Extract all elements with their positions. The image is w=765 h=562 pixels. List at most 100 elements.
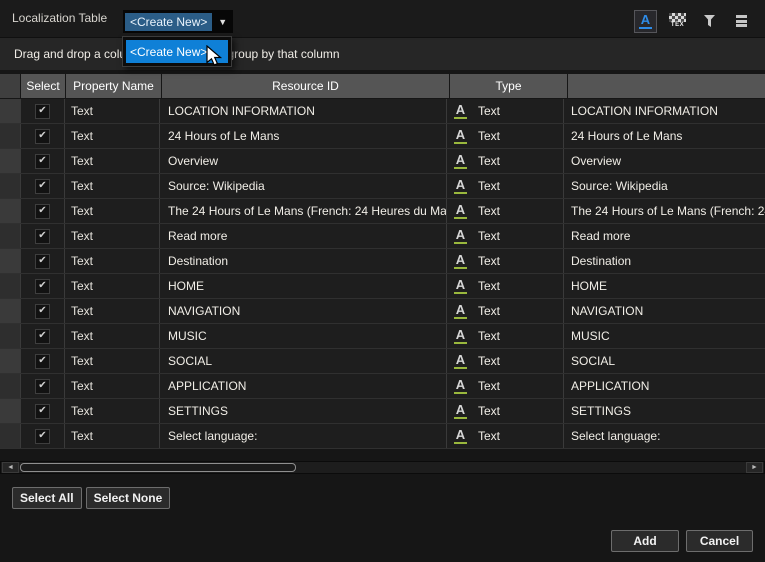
select-cell: ✔ — [20, 324, 64, 348]
checkmark-icon: ✔ — [38, 431, 46, 441]
row-header-cell[interactable] — [0, 274, 20, 298]
checkmark-icon: ✔ — [38, 331, 46, 341]
row-checkbox[interactable]: ✔ — [35, 154, 50, 169]
select-cell: ✔ — [20, 424, 64, 448]
table-row[interactable]: ✔ Text HOME A Text HOME — [0, 274, 765, 299]
localization-table-dialog: Localization Table <Create New> ▼ A TEX — [0, 0, 765, 562]
group-by-drop-zone[interactable]: Drag and drop a column header here to gr… — [0, 37, 765, 70]
row-checkbox[interactable]: ✔ — [35, 254, 50, 269]
texture-resources-button[interactable]: TEX — [666, 10, 689, 33]
column-header-value[interactable] — [568, 74, 765, 98]
column-header-resource-id[interactable]: Resource ID — [162, 74, 449, 98]
checkmark-icon: ✔ — [38, 231, 46, 241]
text-resources-toggle-button[interactable]: A — [634, 10, 657, 33]
property-name-cell: Text — [64, 374, 159, 398]
row-checkbox[interactable]: ✔ — [35, 179, 50, 194]
select-cell: ✔ — [20, 249, 64, 273]
row-checkbox[interactable]: ✔ — [35, 279, 50, 294]
select-cell: ✔ — [20, 274, 64, 298]
texture-icon — [669, 13, 686, 22]
column-header-property-name[interactable]: Property Name — [66, 74, 161, 98]
column-header-rowselector — [0, 74, 20, 98]
row-header-cell[interactable] — [0, 349, 20, 373]
scroll-right-button[interactable]: ► — [746, 462, 763, 473]
row-checkbox[interactable]: ✔ — [35, 129, 50, 144]
row-header-cell[interactable] — [0, 149, 20, 173]
row-header-cell[interactable] — [0, 399, 20, 423]
table-row[interactable]: ✔ Text NAVIGATION A Text NAVIGATION — [0, 299, 765, 324]
type-cell: A Text — [446, 224, 563, 248]
table-row[interactable]: ✔ Text The 24 Hours of Le Mans (French: … — [0, 199, 765, 224]
menu-button[interactable] — [730, 10, 753, 33]
row-header-cell[interactable] — [0, 249, 20, 273]
combobox-value: <Create New> — [125, 13, 212, 31]
type-cell: A Text — [446, 174, 563, 198]
resource-id-cell: Source: Wikipedia — [159, 174, 446, 198]
resource-id-cell: 24 Hours of Le Mans — [159, 124, 446, 148]
column-header-select[interactable]: Select — [21, 74, 65, 98]
text-type-icon: A — [454, 403, 467, 419]
type-label: Text — [478, 404, 500, 418]
row-checkbox[interactable]: ✔ — [35, 404, 50, 419]
row-checkbox[interactable]: ✔ — [35, 329, 50, 344]
type-label: Text — [478, 304, 500, 318]
row-checkbox[interactable]: ✔ — [35, 304, 50, 319]
table-row[interactable]: ✔ Text SETTINGS A Text SETTINGS — [0, 399, 765, 424]
chevron-down-icon[interactable]: ▼ — [212, 17, 233, 27]
select-cell: ✔ — [20, 174, 64, 198]
row-checkbox[interactable]: ✔ — [35, 354, 50, 369]
checkmark-icon: ✔ — [38, 106, 46, 116]
select-cell: ✔ — [20, 374, 64, 398]
value-cell: MUSIC — [563, 324, 765, 348]
funnel-icon — [703, 14, 716, 28]
row-header-cell[interactable] — [0, 424, 20, 448]
select-all-button[interactable]: Select All — [12, 487, 82, 509]
row-header-cell[interactable] — [0, 124, 20, 148]
row-checkbox[interactable]: ✔ — [35, 429, 50, 444]
table-row[interactable]: ✔ Text APPLICATION A Text APPLICATION — [0, 374, 765, 399]
horizontal-scrollbar[interactable]: ◄ ► — [0, 461, 765, 474]
table-row[interactable]: ✔ Text Read more A Text Read more — [0, 224, 765, 249]
value-cell: HOME — [563, 274, 765, 298]
row-header-cell[interactable] — [0, 374, 20, 398]
type-cell: A Text — [446, 324, 563, 348]
type-label: Text — [478, 229, 500, 243]
value-cell: LOCATION INFORMATION — [563, 99, 765, 123]
text-type-icon: A — [454, 103, 467, 119]
row-checkbox[interactable]: ✔ — [35, 204, 50, 219]
table-selector-combobox[interactable]: <Create New> ▼ — [123, 10, 233, 33]
row-header-cell[interactable] — [0, 299, 20, 323]
scrollbar-thumb[interactable] — [20, 463, 296, 472]
checkmark-icon: ✔ — [38, 156, 46, 166]
table-row[interactable]: ✔ Text Destination A Text Destination — [0, 249, 765, 274]
add-button[interactable]: Add — [611, 530, 679, 552]
grid-body: ✔ Text LOCATION INFORMATION A Text LOCAT… — [0, 99, 765, 449]
table-row[interactable]: ✔ Text 24 Hours of Le Mans A Text 24 Hou… — [0, 124, 765, 149]
property-name-cell: Text — [64, 149, 159, 173]
select-cell: ✔ — [20, 349, 64, 373]
table-row[interactable]: ✔ Text Source: Wikipedia A Text Source: … — [0, 174, 765, 199]
row-checkbox[interactable]: ✔ — [35, 379, 50, 394]
table-row[interactable]: ✔ Text SOCIAL A Text SOCIAL — [0, 349, 765, 374]
table-row[interactable]: ✔ Text Overview A Text Overview — [0, 149, 765, 174]
value-cell: SETTINGS — [563, 399, 765, 423]
row-checkbox[interactable]: ✔ — [35, 104, 50, 119]
scroll-left-button[interactable]: ◄ — [2, 462, 19, 473]
row-header-cell[interactable] — [0, 174, 20, 198]
filter-button[interactable] — [698, 10, 721, 33]
checkmark-icon: ✔ — [38, 281, 46, 291]
value-cell: Read more — [563, 224, 765, 248]
row-header-cell[interactable] — [0, 224, 20, 248]
row-header-cell[interactable] — [0, 199, 20, 223]
row-header-cell[interactable] — [0, 99, 20, 123]
table-row[interactable]: ✔ Text Select language: A Text Select la… — [0, 424, 765, 449]
row-checkbox[interactable]: ✔ — [35, 229, 50, 244]
select-none-button[interactable]: Select None — [86, 487, 171, 509]
value-cell: Select language: — [563, 424, 765, 448]
row-header-cell[interactable] — [0, 324, 20, 348]
column-header-type[interactable]: Type — [450, 74, 567, 98]
table-row[interactable]: ✔ Text MUSIC A Text MUSIC — [0, 324, 765, 349]
cancel-button[interactable]: Cancel — [686, 530, 753, 552]
type-cell: A Text — [446, 349, 563, 373]
table-row[interactable]: ✔ Text LOCATION INFORMATION A Text LOCAT… — [0, 99, 765, 124]
